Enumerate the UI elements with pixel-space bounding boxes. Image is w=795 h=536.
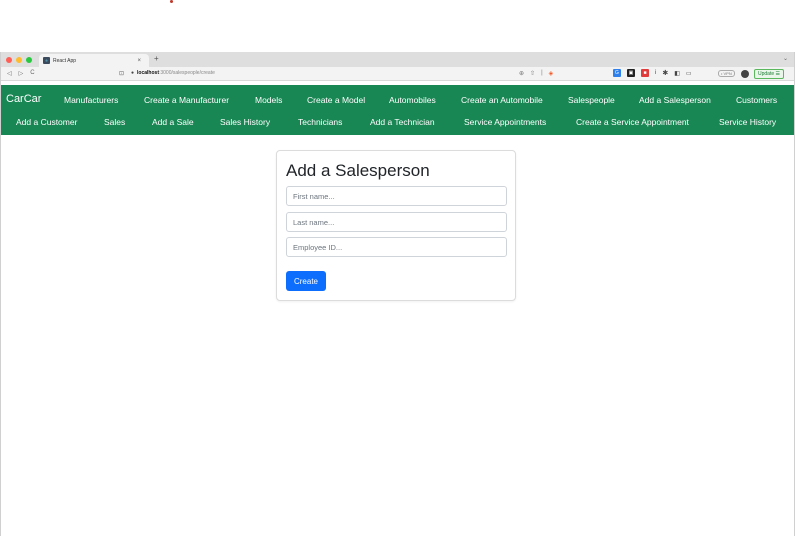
puzzle-icon[interactable]: ✱ (662, 69, 668, 77)
nav-add-salesperson[interactable]: Add a Salesperson (639, 95, 711, 105)
tab-bar: ⚛ React App × + ⌄ (1, 52, 794, 67)
extensions: G ▣ ■ i ✱ ◧ ▭ (613, 69, 692, 77)
red-extension-icon[interactable]: ■ (641, 69, 649, 77)
address-bar: ◁ ▷ C ⊡ ● localhost:3000/salespeople/cre… (1, 67, 794, 81)
brave-shield-icon[interactable]: ◈ (549, 70, 554, 77)
nav-add-technician[interactable]: Add a Technician (370, 117, 435, 127)
tab-title: React App (53, 57, 77, 64)
nav-buttons: ◁ ▷ C (1, 70, 35, 77)
nav-create-manufacturer[interactable]: Create a Manufacturer (144, 95, 229, 105)
reload-icon[interactable]: C (30, 70, 34, 77)
minimize-window-button[interactable] (16, 56, 22, 63)
nav-manufacturers[interactable]: Manufacturers (64, 95, 118, 105)
react-icon: ⚛ (43, 57, 50, 64)
brand-link[interactable]: CarCar (6, 93, 41, 105)
red-dot-marker (170, 0, 173, 3)
url-host: localhost (137, 70, 159, 76)
close-window-button[interactable] (6, 56, 12, 63)
translate-extension-icon[interactable]: G (613, 69, 621, 77)
share-icon[interactable]: ⇧ (530, 70, 535, 77)
nav-customers[interactable]: Customers (736, 95, 777, 105)
nav-create-service-appointment[interactable]: Create a Service Appointment (576, 117, 689, 127)
browser-tab[interactable]: ⚛ React App × (39, 54, 149, 67)
salesperson-form-card: Add a Salesperson Create (276, 150, 516, 301)
vpn-button[interactable]: • VPN (718, 70, 735, 77)
nav-create-model[interactable]: Create a Model (307, 95, 365, 105)
nav-create-automobile[interactable]: Create an Automobile (461, 95, 543, 105)
bookmark-icon[interactable]: ⊡ (119, 70, 124, 77)
nav-service-appointments[interactable]: Service Appointments (464, 117, 546, 127)
dark-extension-icon[interactable]: ▣ (627, 69, 635, 77)
update-label: Update (758, 71, 775, 77)
forward-icon[interactable]: ▷ (19, 70, 24, 77)
nav-add-sale[interactable]: Add a Sale (152, 117, 194, 127)
nav-automobiles[interactable]: Automobiles (389, 95, 436, 105)
nav-technicians[interactable]: Technicians (298, 117, 342, 127)
zoom-icon[interactable]: ⊕ (519, 70, 524, 77)
nav-sales[interactable]: Sales (104, 117, 125, 127)
maximize-window-button[interactable] (26, 56, 32, 63)
first-name-input[interactable] (286, 186, 507, 206)
tab-close-icon[interactable]: × (137, 58, 141, 64)
window-icon[interactable]: ▭ (686, 70, 692, 77)
info-icon: ● (131, 70, 135, 76)
window-controls (1, 56, 32, 63)
app-navbar: CarCar Manufacturers Create a Manufactur… (1, 85, 794, 135)
form-title: Add a Salesperson (286, 161, 430, 180)
employee-id-input[interactable] (286, 237, 507, 257)
url-actions: ⊕ ⇧ | ◈ (519, 70, 553, 77)
chevron-down-icon[interactable]: ⌄ (783, 55, 788, 62)
url-field[interactable]: ● localhost:3000/salespeople/create (131, 70, 215, 76)
nav-sales-history[interactable]: Sales History (220, 117, 270, 127)
nav-service-history[interactable]: Service History (719, 117, 776, 127)
nav-salespeople[interactable]: Salespeople (568, 95, 615, 105)
back-icon[interactable]: ◁ (7, 70, 12, 77)
last-name-input[interactable] (286, 212, 507, 232)
sidebar-icon[interactable]: ◧ (674, 70, 680, 77)
nav-add-customer[interactable]: Add a Customer (16, 117, 77, 127)
create-button[interactable]: Create (286, 271, 326, 291)
url-path: :3000/salespeople/create (158, 70, 215, 76)
divider: | (541, 70, 543, 76)
new-tab-button[interactable]: + (154, 54, 159, 63)
info-extension-icon[interactable]: i (655, 70, 656, 76)
profile-avatar[interactable] (741, 70, 749, 78)
update-button[interactable]: Update ☰ (754, 69, 784, 79)
nav-models[interactable]: Models (255, 95, 282, 105)
